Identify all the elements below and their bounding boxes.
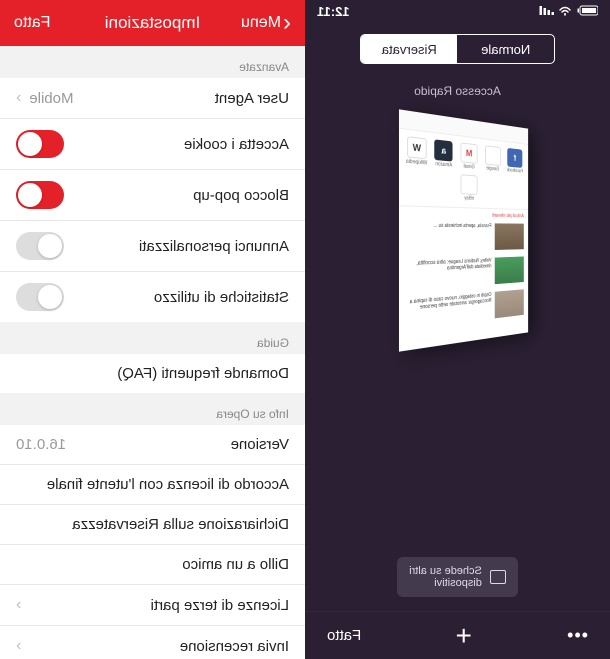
back-button[interactable]: ‹ Menu: [241, 9, 291, 37]
settings-panel: ‹ Menu Impostazioni Fatto Avanzate User …: [0, 0, 305, 659]
status-left-icons: [538, 4, 598, 19]
toggle-block-popup[interactable]: [16, 181, 64, 209]
row-label: Versione: [231, 436, 289, 453]
row-label: Accordo di licenza con l'utente finale: [47, 476, 289, 493]
tab-mode-segmented[interactable]: Normale Riservata: [360, 34, 555, 64]
devices-icon: [490, 570, 506, 584]
tab-switcher-panel: 12:11 Normale Riservata Accesso Rapido f…: [305, 0, 610, 659]
row-label: User Agent: [215, 90, 289, 107]
bottom-toolbar: ••• + Fatto: [305, 611, 610, 659]
row-send-review[interactable]: Invia recensione ›: [0, 626, 305, 659]
row-usage-stats: Statistiche di utilizzo: [0, 272, 305, 322]
row-block-popup: Blocco pop-up: [0, 170, 305, 221]
row-label: Invia recensione: [180, 638, 289, 655]
row-label: Licenze di terze parti: [151, 597, 289, 614]
settings-header: ‹ Menu Impostazioni Fatto: [0, 0, 305, 46]
speeddial-gmail-icon: M: [461, 142, 478, 163]
row-value: 16.0.10: [16, 436, 66, 453]
done-button[interactable]: Fatto: [327, 627, 361, 644]
done-button[interactable]: Fatto: [14, 14, 50, 32]
signal-icon: [538, 4, 554, 19]
news-section: Articoli più rilevanti Francia, aperta i…: [399, 205, 528, 341]
toggle-personalized-ads[interactable]: [16, 232, 64, 260]
row-label: Annunci personalizzati: [139, 238, 289, 255]
speeddial-google-icon: G: [485, 145, 501, 166]
row-label: Domande frequenti (FAQ): [117, 365, 289, 382]
news-item: Francia, aperta inchiesta su ...: [406, 220, 525, 254]
speeddial-wikipedia-icon: W: [407, 136, 427, 159]
news-thumbnail: [495, 223, 524, 250]
row-eula[interactable]: Accordo di licenza con l'utente finale: [0, 465, 305, 505]
chevron-left-icon: ‹: [283, 9, 291, 37]
back-label: Menu: [241, 14, 281, 32]
segment-normal[interactable]: Normale: [458, 35, 555, 63]
row-label: Accetta i cookie: [184, 136, 289, 153]
chevron-right-icon: ›: [16, 89, 21, 107]
chevron-right-icon: ›: [16, 637, 21, 655]
row-label: Dillo a un amico: [182, 556, 289, 573]
battery-icon: [576, 4, 598, 19]
wifi-icon: [558, 4, 572, 19]
tab-preview-card[interactable]: fFacebook GGoogle MGmail aAmazon WWikipe…: [399, 109, 528, 351]
row-third-party-licenses[interactable]: Licenze di terze parti ›: [0, 585, 305, 626]
row-label: Dichiarazione sulla Riservatezza: [72, 516, 289, 533]
toggle-accept-cookies[interactable]: [16, 130, 64, 158]
row-version: Versione 16.0.10: [0, 425, 305, 465]
speeddial-ebay-icon: e: [461, 174, 478, 195]
speeddial-amazon-icon: a: [435, 139, 453, 161]
row-label: Statistiche di utilizzo: [154, 289, 289, 306]
section-guide: Guida: [0, 322, 305, 354]
row-tell-friend[interactable]: Dillo a un amico: [0, 545, 305, 585]
row-personalized-ads: Annunci personalizzati: [0, 221, 305, 272]
news-item: Volley, Nations League: altra sconfitta,…: [406, 255, 525, 293]
segment-private[interactable]: Riservata: [361, 35, 458, 63]
news-thumbnail: [495, 289, 524, 318]
section-info: Info su Opera: [0, 393, 305, 425]
row-value: Mobile: [29, 90, 73, 107]
section-advanced: Avanzate: [0, 46, 305, 78]
tabs-other-devices-button[interactable]: Schede su altri dispositivi: [397, 557, 518, 597]
row-label: Blocco pop-up: [193, 187, 289, 204]
row-accept-cookies: Accetta i cookie: [0, 119, 305, 170]
news-item: Ospiti in ostaggio, nuovo caso di rapina…: [406, 287, 525, 331]
settings-scroll[interactable]: Avanzate User Agent Mobile › Accetta i c…: [0, 46, 305, 659]
chevron-right-icon: ›: [16, 596, 21, 614]
page-title: Impostazioni: [105, 13, 200, 33]
row-user-agent[interactable]: User Agent Mobile ›: [0, 78, 305, 119]
quick-access-label: Accesso Rapido: [305, 84, 610, 98]
more-options-icon[interactable]: •••: [566, 625, 588, 646]
other-devices-label: Schede su altri dispositivi: [409, 565, 482, 589]
speeddial-facebook-icon: f: [508, 148, 523, 168]
news-thumbnail: [495, 256, 524, 284]
status-bar: 12:11: [305, 0, 610, 22]
row-faq[interactable]: Domande frequenti (FAQ): [0, 354, 305, 393]
row-privacy[interactable]: Dichiarazione sulla Riservatezza: [0, 505, 305, 545]
toggle-usage-stats[interactable]: [16, 283, 64, 311]
new-tab-button[interactable]: +: [455, 620, 471, 652]
status-time: 12:11: [317, 4, 350, 19]
news-header: Articoli più rilevanti: [406, 211, 525, 219]
